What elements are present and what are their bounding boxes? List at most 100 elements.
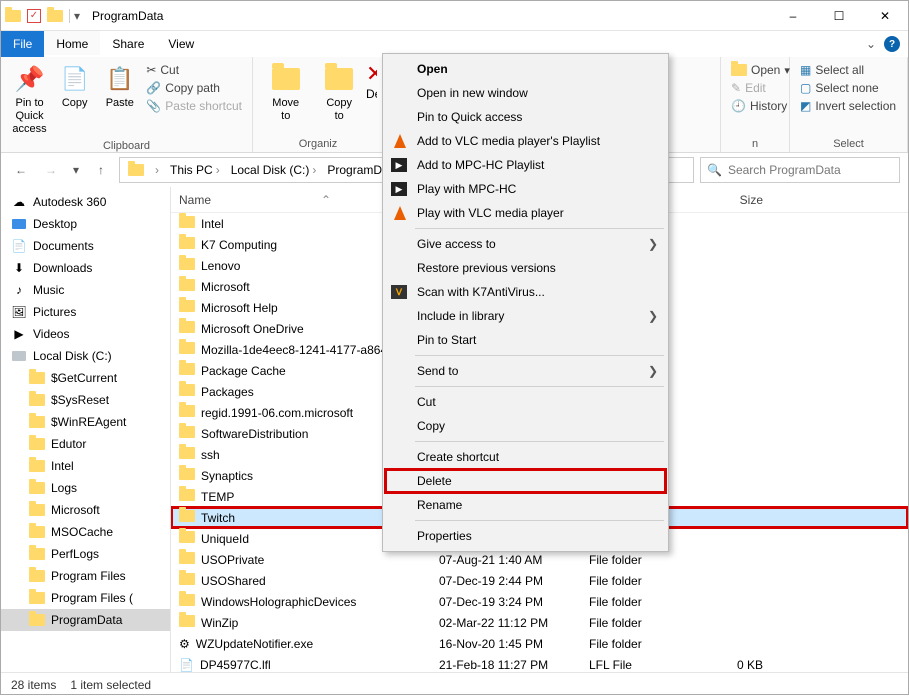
tree-item[interactable]: ProgramData <box>1 609 170 631</box>
file-menu[interactable]: File <box>1 31 44 57</box>
move-to-button[interactable]: Move to <box>259 61 312 123</box>
tree-item[interactable]: MSOCache <box>1 521 170 543</box>
file-row[interactable]: 📄DP45977C.lfl21-Feb-18 11:27 PMLFL File0… <box>171 654 908 672</box>
tree-icon <box>11 348 27 364</box>
paste-button[interactable]: 📋 Paste <box>97 61 142 110</box>
file-row[interactable]: ⚙WZUpdateNotifier.exe16-Nov-20 1:45 PMFi… <box>171 633 908 654</box>
context-menu-item[interactable]: Give access to❯ <box>385 232 666 256</box>
file-row[interactable]: WindowsHolographicDevices07-Dec-19 3:24 … <box>171 591 908 612</box>
tree-item[interactable]: ⬇Downloads <box>1 257 170 279</box>
context-menu-item[interactable]: Pin to Start <box>385 328 666 352</box>
tree-item[interactable]: 📄Documents <box>1 235 170 257</box>
crumb-thispc[interactable]: This PC› <box>166 158 227 182</box>
context-menu-label: Pin to Start <box>417 333 476 347</box>
navigation-tree[interactable]: ☁Autodesk 360 Desktop 📄Documents⬇Downloads… <box>1 187 171 672</box>
context-menu-item[interactable]: Pin to Quick access <box>385 105 666 129</box>
vlc-icon <box>391 132 409 150</box>
context-menu-label: Send to <box>417 364 458 378</box>
tree-item[interactable]: Microsoft <box>1 499 170 521</box>
context-menu-item[interactable]: Open in new window <box>385 81 666 105</box>
forward-button[interactable]: → <box>39 158 63 182</box>
recent-locations[interactable]: ▾ <box>69 158 83 182</box>
tree-label: Desktop <box>33 217 77 231</box>
context-menu-item[interactable]: ⅤScan with K7AntiVirus... <box>385 280 666 304</box>
copy-to-button[interactable]: Copy to <box>312 61 365 123</box>
copy-button[interactable]: 📄 Copy <box>52 61 97 110</box>
up-button[interactable]: ↑ <box>89 158 113 182</box>
tree-item[interactable]: 🖼Pictures <box>1 301 170 323</box>
maximize-button[interactable]: ☐ <box>816 1 862 31</box>
tab-share[interactable]: Share <box>100 31 156 57</box>
row-name: TEMP <box>201 490 234 504</box>
context-menu-item[interactable]: Properties <box>385 524 666 548</box>
row-icon <box>179 468 195 483</box>
crumb-c[interactable]: Local Disk (C:)› <box>227 158 324 182</box>
context-menu-item[interactable]: Add to VLC media player's Playlist <box>385 129 666 153</box>
tree-item[interactable]: $WinREAgent <box>1 411 170 433</box>
qat-checkbox[interactable]: ✓ <box>27 9 41 23</box>
tree-item[interactable]: Edutor <box>1 433 170 455</box>
context-menu-item[interactable]: ▶Play with MPC-HC <box>385 177 666 201</box>
tree-item[interactable]: $SysReset <box>1 389 170 411</box>
history-button[interactable]: 🕘History <box>731 99 790 113</box>
open-button[interactable]: Open ▾ <box>731 63 790 77</box>
search-input[interactable]: 🔍 Search ProgramData <box>700 157 900 183</box>
app-icon <box>5 10 21 22</box>
context-menu-item[interactable]: Delete <box>385 469 666 493</box>
minimize-button[interactable]: – <box>770 1 816 31</box>
delete-button-partial[interactable]: ✕ De <box>366 61 377 101</box>
tree-label: ProgramData <box>51 613 122 627</box>
tree-icon <box>29 546 45 562</box>
tree-item[interactable]: Program Files ( <box>1 587 170 609</box>
row-name: UniqueId <box>201 532 249 546</box>
context-menu-item[interactable]: Create shortcut <box>385 445 666 469</box>
tree-item[interactable]: Intel <box>1 455 170 477</box>
context-menu-item[interactable]: Cut <box>385 390 666 414</box>
file-row[interactable]: WinZip02-Mar-22 11:12 PMFile folder <box>171 612 908 633</box>
paste-shortcut-button[interactable]: 📎Paste shortcut <box>146 99 242 113</box>
pin-to-quick-access-button[interactable]: 📌 Pin to Quick access <box>7 61 52 136</box>
context-menu-item[interactable]: Copy <box>385 414 666 438</box>
row-name: Synaptics <box>201 469 253 483</box>
qat-folder-icon[interactable] <box>47 10 63 22</box>
tree-item[interactable]: Logs <box>1 477 170 499</box>
context-menu-item[interactable]: ▶Add to MPC-HC Playlist <box>385 153 666 177</box>
qat-dropdown[interactable]: ▾ <box>69 9 80 23</box>
tree-item[interactable]: Program Files <box>1 565 170 587</box>
edit-icon: ✎ <box>731 81 741 95</box>
select-none-icon: ▢ <box>800 81 811 95</box>
context-menu-item[interactable]: Send to❯ <box>385 359 666 383</box>
tree-item[interactable]: Local Disk (C:) <box>1 345 170 367</box>
tree-item[interactable]: ☁Autodesk 360 <box>1 191 170 213</box>
group-clipboard-label: Clipboard <box>1 140 252 154</box>
select-all-button[interactable]: ▦Select all <box>800 63 896 77</box>
context-menu-item[interactable]: Include in library❯ <box>385 304 666 328</box>
invert-selection-button[interactable]: ◩Invert selection <box>800 99 896 113</box>
group-open-label: n <box>721 138 789 152</box>
file-row[interactable]: USOPrivate07-Aug-21 1:40 AMFile folder <box>171 549 908 570</box>
context-menu-item[interactable]: Restore previous versions <box>385 256 666 280</box>
back-button[interactable]: ← <box>9 158 33 182</box>
tree-item[interactable]: Desktop <box>1 213 170 235</box>
tree-item[interactable]: ♪Music <box>1 279 170 301</box>
tree-item[interactable]: PerfLogs <box>1 543 170 565</box>
select-none-button[interactable]: ▢Select none <box>800 81 896 95</box>
context-menu-item[interactable]: Play with VLC media player <box>385 201 666 225</box>
tree-item[interactable]: ▶Videos <box>1 323 170 345</box>
tree-label: Logs <box>51 481 77 495</box>
context-menu-item[interactable]: Rename <box>385 493 666 517</box>
cut-button[interactable]: ✂Cut <box>146 63 242 77</box>
row-name: SoftwareDistribution <box>201 427 308 441</box>
close-button[interactable]: ✕ <box>862 1 908 31</box>
tab-home[interactable]: Home <box>44 31 100 57</box>
ribbon-expand[interactable]: ⌄ <box>866 37 876 51</box>
help-icon[interactable]: ? <box>884 36 900 52</box>
context-menu-item[interactable]: Open <box>385 57 666 81</box>
row-icon <box>179 237 195 252</box>
tree-item[interactable]: $GetCurrent <box>1 367 170 389</box>
row-icon <box>179 342 195 357</box>
tab-view[interactable]: View <box>156 31 206 57</box>
copy-path-button[interactable]: 🔗Copy path <box>146 81 242 95</box>
file-row[interactable]: USOShared07-Dec-19 2:44 PMFile folder <box>171 570 908 591</box>
edit-button[interactable]: ✎Edit <box>731 81 790 95</box>
